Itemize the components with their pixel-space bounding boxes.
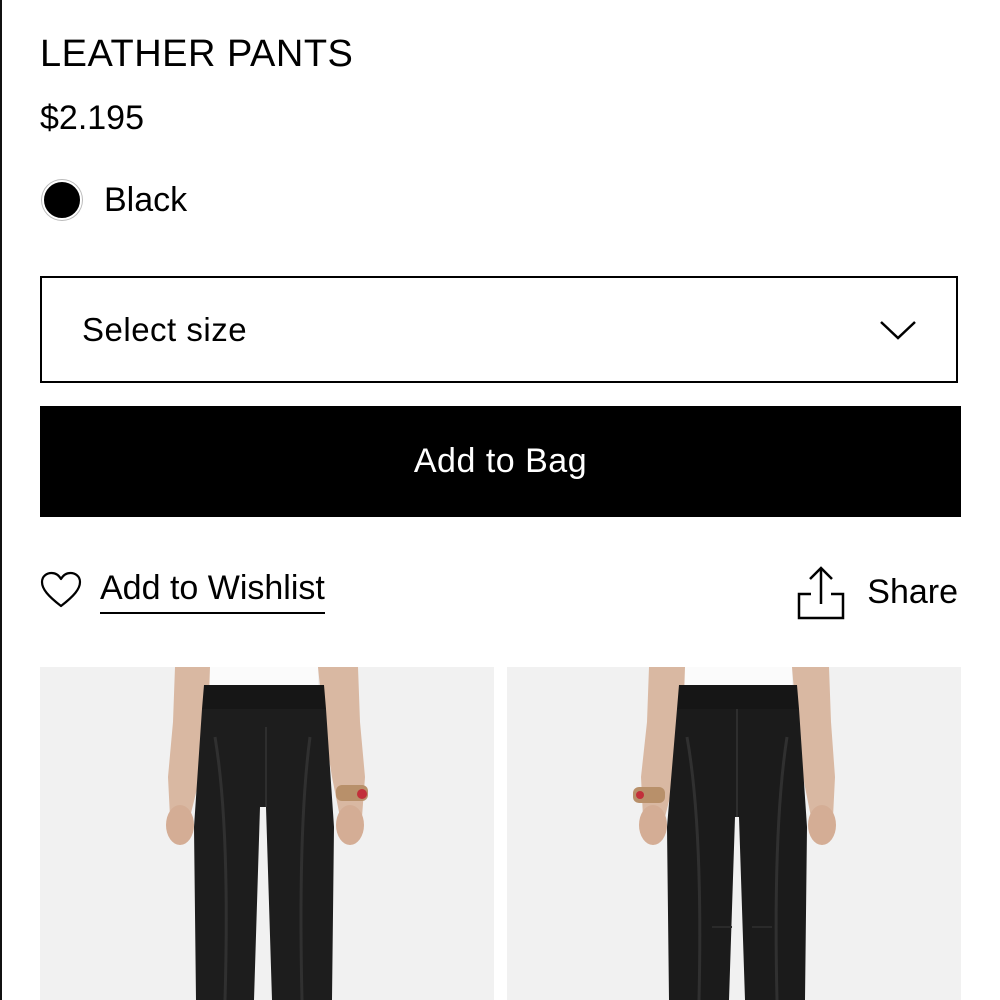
model-back-illustration bbox=[507, 667, 961, 1000]
model-front-illustration bbox=[40, 667, 494, 1000]
share-icon bbox=[798, 566, 845, 620]
product-gallery bbox=[40, 667, 961, 1000]
color-name: Black bbox=[104, 181, 188, 219]
add-to-bag-button[interactable]: Add to Bag bbox=[40, 406, 961, 517]
product-page: LEATHER PANTS $2.195 Black Select size A… bbox=[0, 0, 1000, 1000]
share-label: Share bbox=[867, 573, 958, 611]
product-price: $2.195 bbox=[40, 99, 144, 137]
size-select-dropdown[interactable]: Select size bbox=[40, 276, 958, 383]
add-to-wishlist-link[interactable]: Add to Wishlist bbox=[40, 560, 325, 620]
product-photo-front[interactable] bbox=[40, 667, 494, 1000]
color-swatch[interactable] bbox=[42, 180, 82, 220]
heart-icon bbox=[40, 571, 82, 608]
product-photo-back[interactable] bbox=[507, 667, 961, 1000]
product-title: LEATHER PANTS bbox=[40, 33, 354, 75]
left-border bbox=[0, 0, 2, 1000]
color-selector[interactable]: Black bbox=[40, 178, 187, 222]
size-select-label: Select size bbox=[82, 310, 248, 348]
wishlist-label: Add to Wishlist bbox=[100, 566, 325, 614]
share-button[interactable]: Share bbox=[797, 562, 958, 622]
chevron-down-icon bbox=[880, 320, 916, 340]
